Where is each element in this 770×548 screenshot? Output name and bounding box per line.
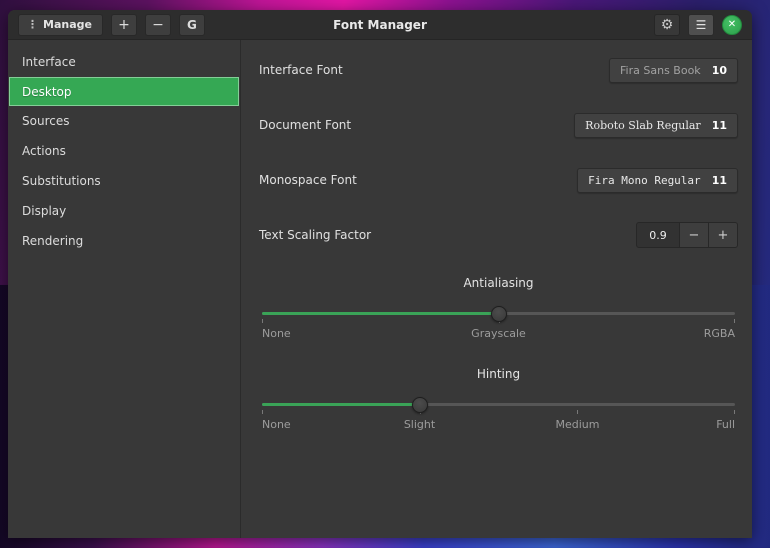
interface-font-button[interactable]: Fira Sans Book 10 bbox=[609, 58, 738, 83]
slider-tick bbox=[577, 410, 578, 414]
desktop-wallpaper: ⋮ Manage + − G Font Manager ⚙ ☰ ✕ bbox=[0, 0, 770, 548]
slider-tick bbox=[262, 319, 263, 323]
kebab-menu-icon: ⋮ bbox=[27, 18, 38, 31]
interface-font-label: Interface Font bbox=[259, 63, 343, 77]
slider-handle[interactable] bbox=[412, 397, 428, 413]
document-font-row: Document Font Roboto Slab Regular 11 bbox=[259, 111, 738, 139]
font-manager-window: ⋮ Manage + − G Font Manager ⚙ ☰ ✕ bbox=[8, 10, 752, 538]
add-fonts-button[interactable]: + bbox=[111, 14, 137, 36]
monospace-font-label: Monospace Font bbox=[259, 173, 357, 187]
desktop-preferences-panel: Interface Font Fira Sans Book 10 Documen… bbox=[241, 40, 752, 538]
interface-font-size: 10 bbox=[712, 64, 727, 77]
sidebar-item-interface[interactable]: Interface bbox=[9, 47, 239, 77]
slider-tick bbox=[734, 319, 735, 323]
monospace-font-size: 11 bbox=[712, 174, 727, 187]
hinting-section: Hinting None Slight Medium F bbox=[259, 367, 738, 432]
app-menu-button[interactable]: ☰ bbox=[688, 14, 714, 36]
slider-stop-rgba[interactable]: RGBA bbox=[704, 327, 735, 340]
document-font-label: Document Font bbox=[259, 118, 351, 132]
monospace-font-row: Monospace Font Fira Mono Regular 11 bbox=[259, 166, 738, 194]
sidebar-item-sources[interactable]: Sources bbox=[9, 106, 239, 136]
titlebar: ⋮ Manage + − G Font Manager ⚙ ☰ ✕ bbox=[8, 10, 752, 40]
antialiasing-title: Antialiasing bbox=[259, 276, 738, 290]
document-font-button[interactable]: Roboto Slab Regular 11 bbox=[574, 113, 738, 138]
close-window-button[interactable]: ✕ bbox=[722, 15, 742, 35]
text-scaling-row: Text Scaling Factor 0.9 − + bbox=[259, 221, 738, 249]
slider-tick bbox=[262, 410, 263, 414]
monospace-font-button[interactable]: Fira Mono Regular 11 bbox=[577, 168, 738, 193]
text-scaling-spinbox: 0.9 − + bbox=[636, 222, 738, 248]
hinting-slider[interactable] bbox=[262, 397, 735, 413]
slider-stop-medium[interactable]: Medium bbox=[555, 418, 599, 431]
hinting-title: Hinting bbox=[259, 367, 738, 381]
slider-stop-grayscale[interactable]: Grayscale bbox=[471, 327, 526, 340]
sidebar-item-rendering[interactable]: Rendering bbox=[9, 226, 239, 256]
interface-font-row: Interface Font Fira Sans Book 10 bbox=[259, 56, 738, 84]
google-fonts-button[interactable]: G bbox=[179, 14, 205, 36]
gear-icon: ⚙ bbox=[661, 17, 674, 33]
increase-scaling-button[interactable]: + bbox=[709, 222, 738, 248]
slider-stop-none[interactable]: None bbox=[262, 418, 291, 431]
document-font-size: 11 bbox=[712, 119, 727, 132]
slider-stop-slight[interactable]: Slight bbox=[404, 418, 435, 431]
interface-font-value: Fira Sans Book bbox=[620, 64, 701, 77]
antialiasing-section: Antialiasing None Grayscale RGBA bbox=[259, 276, 738, 341]
monospace-font-value: Fira Mono Regular bbox=[588, 174, 701, 187]
slider-fill bbox=[262, 403, 420, 406]
preferences-sidebar: Interface Desktop Sources Actions Substi… bbox=[8, 40, 241, 538]
text-scaling-value-input[interactable]: 0.9 bbox=[636, 222, 680, 248]
sidebar-item-actions[interactable]: Actions bbox=[9, 136, 239, 166]
sidebar-item-desktop[interactable]: Desktop bbox=[9, 77, 239, 106]
slider-stop-none[interactable]: None bbox=[262, 327, 291, 340]
remove-fonts-button[interactable]: − bbox=[145, 14, 171, 36]
close-icon: ✕ bbox=[728, 19, 736, 30]
sidebar-item-display[interactable]: Display bbox=[9, 196, 239, 226]
sidebar-item-substitutions[interactable]: Substitutions bbox=[9, 166, 239, 196]
manage-button-label: Manage bbox=[43, 18, 92, 31]
slider-stop-full[interactable]: Full bbox=[716, 418, 735, 431]
text-scaling-label: Text Scaling Factor bbox=[259, 228, 371, 242]
settings-button[interactable]: ⚙ bbox=[654, 14, 680, 36]
manage-button[interactable]: ⋮ Manage bbox=[18, 14, 103, 36]
hamburger-menu-icon: ☰ bbox=[696, 18, 707, 32]
slider-fill bbox=[262, 312, 499, 315]
decrease-scaling-button[interactable]: − bbox=[680, 222, 709, 248]
slider-tick bbox=[734, 410, 735, 414]
antialiasing-slider-labels: None Grayscale RGBA bbox=[262, 327, 735, 341]
antialiasing-slider[interactable] bbox=[262, 306, 735, 322]
document-font-value: Roboto Slab Regular bbox=[585, 119, 701, 132]
hinting-slider-labels: None Slight Medium Full bbox=[262, 418, 735, 432]
slider-handle[interactable] bbox=[491, 306, 507, 322]
